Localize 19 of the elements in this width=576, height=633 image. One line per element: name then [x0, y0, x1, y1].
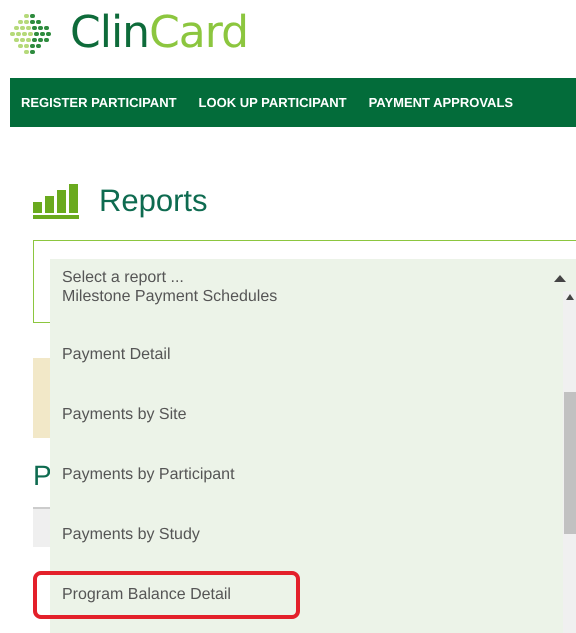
section-heading: P [33, 460, 52, 492]
logo-wordmark: ClinCard [70, 8, 248, 58]
report-option[interactable]: Payments by Participant [50, 447, 563, 507]
report-option[interactable]: Program Balance Detail [50, 567, 563, 627]
scroll-up-icon[interactable] [566, 294, 574, 300]
report-option[interactable]: Payments by Site [50, 387, 563, 447]
nav-link[interactable]: REGISTER PARTICIPANT [21, 95, 177, 110]
scrollbar[interactable] [563, 291, 576, 633]
bar-chart-icon [33, 184, 79, 220]
caret-up-icon[interactable] [554, 274, 566, 282]
select-placeholder: Select a report ... [62, 269, 184, 287]
nav-link[interactable]: LOOK UP PARTICIPANT [198, 95, 347, 110]
report-option[interactable]: Payments by Study [50, 507, 563, 567]
report-option[interactable]: Payment Detail [50, 327, 563, 387]
page-title: Reports [99, 182, 208, 220]
report-dropdown[interactable]: Select a report ... Milestone Payment Schedules Payment Detail Payments by Site Payments by Participant Payments by Study Program Balance Detail [50, 259, 576, 633]
nav-link[interactable]: PAYMENT APPROVALS [368, 95, 514, 110]
report-option[interactable]: Milestone Payment Schedules [50, 287, 563, 327]
scrollbar-thumb[interactable] [564, 392, 576, 534]
